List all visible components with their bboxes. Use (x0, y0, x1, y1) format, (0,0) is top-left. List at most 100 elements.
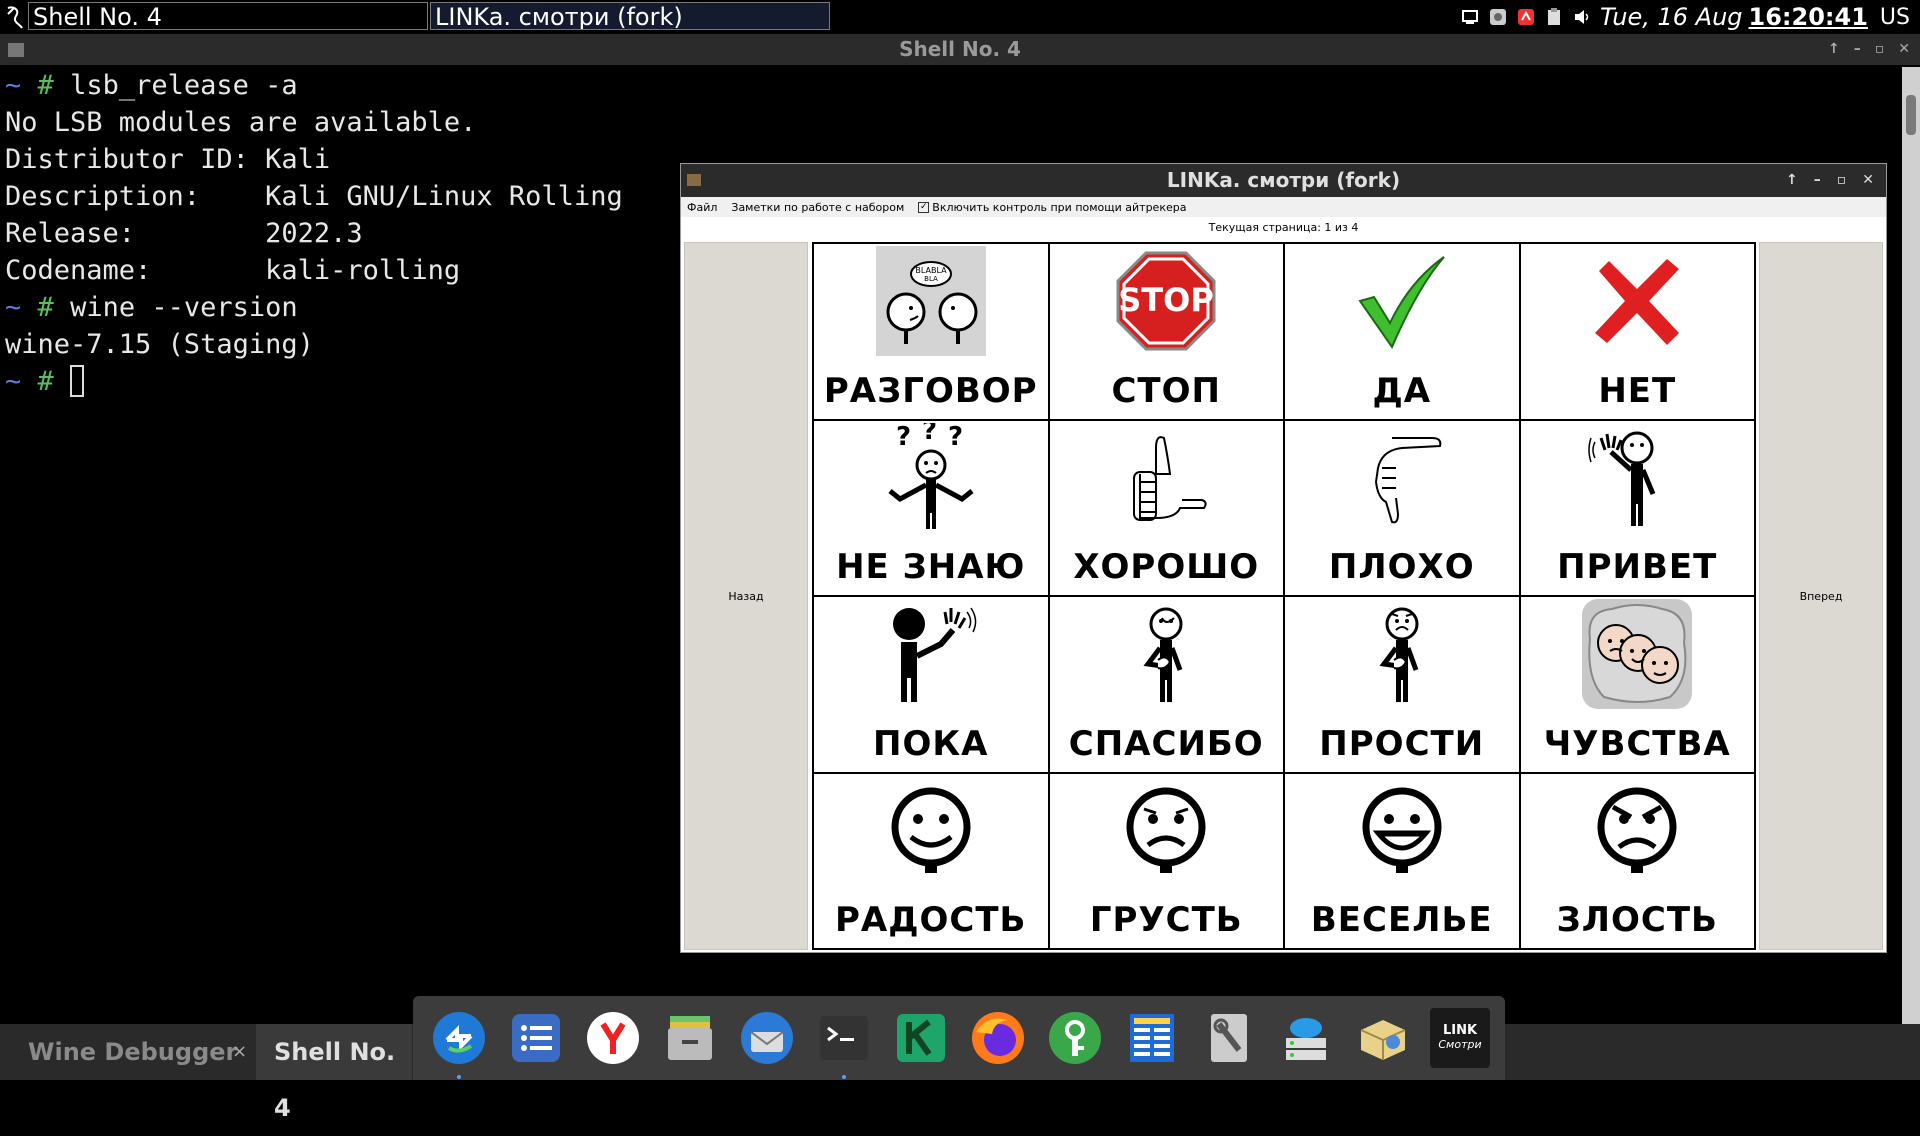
network-cloud-icon[interactable] (1276, 1008, 1336, 1068)
stop-sign-icon: STOP (1110, 246, 1222, 356)
taskbar-item-shell[interactable]: Shell No. 4 (28, 2, 428, 30)
card[interactable]: BLABLA BLA РАЗГОВОР (813, 243, 1049, 420)
card-label: ГРУСТЬ (1089, 900, 1243, 940)
clipboard-icon[interactable] (1544, 7, 1564, 27)
task-manager-icon[interactable] (1122, 1008, 1182, 1068)
clock-date: Tue, 16 Aug (1600, 3, 1743, 31)
svg-text:?: ? (948, 423, 963, 452)
card-label: ВЕСЕЛЬЕ (1310, 900, 1493, 940)
terminal-scrollbar-thumb[interactable] (1906, 95, 1916, 135)
terminal-output-line: wine-7.15 (Staging) (5, 326, 623, 363)
file-manager-icon[interactable] (660, 1008, 720, 1068)
app-tray-icon[interactable] (1488, 7, 1508, 27)
terminal-output[interactable]: ~ # lsb_release -a No LSB modules are ava… (5, 67, 623, 400)
card[interactable]: ПРОСТИ (1284, 596, 1520, 773)
menu-notes[interactable]: Заметки по работе с набором (731, 201, 904, 214)
keepass-icon[interactable] (1045, 1008, 1105, 1068)
maximize-icon[interactable]: ▫ (1837, 164, 1847, 197)
terminal-scrollbar[interactable] (1902, 67, 1920, 1027)
card[interactable]: ПОКА (813, 596, 1049, 773)
terminal-output-line: Description: Kali GNU/Linux Rolling (5, 178, 623, 215)
keyboard-layout-indicator[interactable]: US (1880, 5, 1910, 30)
settings-icon[interactable] (1199, 1008, 1259, 1068)
feelings-icon (1581, 599, 1693, 709)
shrug-icon: ??? (875, 423, 987, 533)
angry-face-icon (1581, 776, 1693, 886)
card-label: ПРОСТИ (1319, 723, 1485, 764)
card-label: СПАСИБО (1068, 723, 1264, 764)
tab-wine-debugger[interactable]: Wine Debugger (0, 1024, 254, 1080)
card-label: ЧУВСТВА (1543, 723, 1731, 764)
eyetracker-checkbox[interactable]: ✓ Включить контроль при помощи айтрекера (918, 201, 1186, 214)
card[interactable]: ПРИВЕТ (1519, 419, 1755, 596)
card-grid: BLABLA BLA РАЗГОВОР STOP СТОП ДА НЕТ ??? НЕ ЗНАЮ… (812, 242, 1756, 950)
card[interactable]: ВЕСЕЛЬЕ (1284, 772, 1520, 949)
close-icon[interactable]: ✕ (1898, 34, 1910, 65)
card[interactable]: ГРУСТЬ (1048, 772, 1284, 949)
menu-file[interactable]: Файл (687, 201, 717, 214)
firefox-icon[interactable] (968, 1008, 1028, 1068)
package-manager-icon[interactable] (1353, 1008, 1413, 1068)
close-icon[interactable]: ✕ (1862, 164, 1874, 197)
card[interactable]: ПЛОХО (1284, 419, 1520, 596)
app-menu-icon[interactable] (4, 4, 26, 30)
terminal-line-text: Release: 2022.3 (5, 218, 363, 249)
terminal-window-controls: ↑ – ▫ ✕ (1828, 34, 1910, 65)
linka-menubar: Файл Заметки по работе с набором ✓ Включи… (681, 197, 1886, 217)
minimize-icon[interactable]: – (1854, 34, 1861, 65)
tab-close-icon[interactable]: × (232, 1024, 247, 1080)
updater-icon[interactable] (1516, 7, 1536, 27)
terminal-line-text: Description: Kali GNU/Linux Rolling (5, 181, 623, 212)
terminal-output-line: Distributor ID: Kali (5, 141, 623, 178)
sad-face-icon (1110, 776, 1222, 886)
card[interactable]: РАДОСТЬ (813, 772, 1049, 949)
card[interactable]: ЧУВСТВА (1519, 596, 1755, 773)
card[interactable]: STOP СТОП (1048, 243, 1284, 420)
terminal-titlebar[interactable]: Shell No. 4 ↑ – ▫ ✕ (0, 34, 1920, 65)
terminal-line-text: Distributor ID: Kali (5, 144, 331, 175)
keep-above-icon[interactable]: ↑ (1786, 164, 1798, 197)
forward-button-label: Вперед (1799, 589, 1843, 603)
terminal-line-text: wine-7.15 (Staging) (5, 329, 314, 360)
screen-icon[interactable] (1460, 7, 1480, 27)
kde-connect-icon[interactable] (891, 1008, 951, 1068)
taskbar-item-linka[interactable]: LINKa. смотри (fork) (430, 2, 830, 30)
card-label: ПЛОХО (1328, 547, 1475, 587)
terminal-output-line: Codename: kali-rolling (5, 252, 623, 289)
terminal-current-prompt[interactable]: ~ # (5, 363, 623, 400)
terminal-window-icon[interactable] (8, 43, 24, 57)
back-button[interactable]: Назад (684, 242, 808, 950)
remmina-icon[interactable] (429, 1008, 489, 1079)
card[interactable]: НЕТ (1519, 243, 1755, 420)
tasks-icon[interactable] (506, 1008, 566, 1068)
forward-button[interactable]: Вперед (1759, 242, 1883, 950)
app-dock: LINK Смотри (413, 996, 1505, 1080)
linka-window: LINKa. смотри (fork) ↑ – ▫ ✕ Файл Заметк… (680, 163, 1887, 953)
checkbox-check-icon: ✓ (918, 201, 930, 213)
clock[interactable]: Tue, 16 Aug 16:20:41 (1600, 3, 1868, 31)
terminal-title: Shell No. 4 (899, 37, 1021, 61)
eyetracker-label: Включить контроль при помощи айтрекера (932, 200, 1187, 214)
volume-icon[interactable] (1572, 7, 1592, 27)
minimize-icon[interactable]: – (1814, 164, 1821, 197)
linka-icon[interactable]: LINK Смотри (1430, 1008, 1490, 1068)
maximize-icon[interactable]: ▫ (1875, 34, 1885, 65)
thumbs-up-icon (1110, 423, 1222, 533)
linka-titlebar[interactable]: LINKa. смотри (fork) ↑ – ▫ ✕ (681, 164, 1886, 197)
card[interactable]: ??? НЕ ЗНАЮ (813, 419, 1049, 596)
thunderbird-icon[interactable] (737, 1008, 797, 1068)
prompt-tilde: ~ (5, 70, 22, 101)
talk-icon: BLABLA BLA (875, 246, 987, 356)
card-label: ПОКА (873, 723, 989, 764)
card[interactable]: ЗЛОСТЬ (1519, 772, 1755, 949)
linka-window-icon[interactable] (687, 174, 701, 186)
prompt-hash: # (37, 366, 54, 397)
card[interactable]: ХОРОШО (1048, 419, 1284, 596)
keep-above-icon[interactable]: ↑ (1828, 34, 1840, 65)
yandex-browser-icon[interactable] (583, 1008, 643, 1068)
terminal-icon[interactable] (814, 1008, 874, 1079)
svg-text:?: ? (922, 423, 937, 446)
card[interactable]: ДА (1284, 243, 1520, 420)
tab-shell[interactable]: Shell No. 4 (256, 1024, 412, 1122)
card[interactable]: СПАСИБО (1048, 596, 1284, 773)
